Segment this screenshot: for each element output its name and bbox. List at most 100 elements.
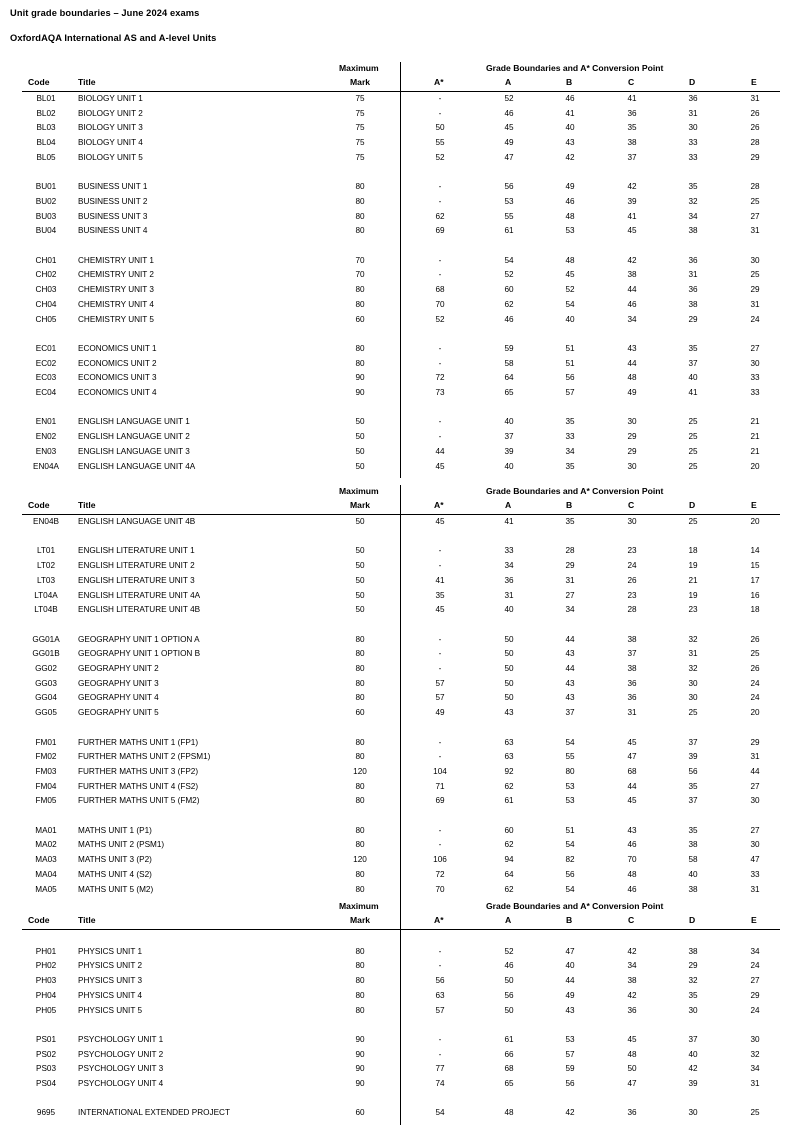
cell-grade-b: 27 — [565, 590, 575, 600]
cell-title: PSYCHOLOGY UNIT 1 — [78, 1034, 164, 1044]
table-row: GG01A GEOGRAPHY UNIT 1 OPTION A 80-50 44 38 3… — [0, 633, 785, 648]
column-header-d: D — [689, 500, 696, 510]
table-row: FM04 FURTHER MATHS UNIT 4 (FS2) 80 71 62 53 44… — [0, 780, 785, 795]
cell-grade-c: 50 — [627, 1064, 637, 1074]
table-row: FM02 FURTHER MATHS UNIT 2 (FPSM1) 80-63 55 4… — [0, 750, 785, 765]
cell-grade-c: 26 — [627, 575, 637, 585]
cell-grade-c: 48 — [627, 869, 637, 879]
cell-grade-e: 25 — [750, 1108, 760, 1118]
column-header-title: Title — [78, 915, 96, 925]
cell-grade-a: 50 — [504, 1005, 514, 1015]
table-row: PH04 PHYSICS UNIT 4 80 63 56 49 42 35 29 — [0, 989, 785, 1004]
cell-grade-astar: - — [438, 825, 442, 835]
cell-grade-c: 70 — [627, 855, 637, 865]
column-header-maximum: Maximum — [339, 63, 379, 73]
table-row: MA04 MATHS UNIT 4 (S2) 80 72 64 56 48 40 33 — [0, 868, 785, 883]
cell-grade-b: 49 — [565, 990, 575, 1000]
cell-maximum-mark: 80 — [355, 678, 365, 688]
cell-maximum-mark: 80 — [355, 634, 365, 644]
cell-grade-d: 38 — [688, 884, 698, 894]
cell-grade-b: 44 — [565, 664, 575, 673]
cell-grade-c: 43 — [627, 343, 637, 353]
cell-maximum-mark: 80 — [355, 343, 365, 353]
table-row-spacer — [0, 327, 785, 342]
cell-maximum-mark: 50 — [355, 446, 365, 456]
cell-grade-e: 15 — [750, 561, 760, 571]
table-row: PH03 PHYSICS UNIT 3 80 56 50 44 38 32 27 — [0, 974, 785, 989]
cell-grade-e: 33 — [750, 388, 760, 397]
column-header-code: Code — [28, 915, 50, 925]
cell-grade-a: 46 — [504, 314, 514, 324]
table-row: GG04 GEOGRAPHY UNIT 4 80 57 50 43 36 30 24 — [0, 691, 785, 706]
cell-maximum-mark: 75 — [355, 94, 365, 103]
cell-grade-d: 36 — [688, 255, 698, 265]
table-row: GG05 GEOGRAPHY UNIT 5 60 49 43 37 31 25 20 — [0, 706, 785, 721]
cell-grade-e: 21 — [750, 446, 760, 456]
cell-grade-c: 23 — [627, 546, 637, 556]
cell-title: CHEMISTRY UNIT 4 — [78, 299, 154, 309]
cell-grade-b: 42 — [565, 152, 575, 162]
cell-maximum-mark: 90 — [355, 1064, 365, 1074]
cell-title: CHEMISTRY UNIT 2 — [78, 270, 154, 280]
cell-grade-b: 43 — [565, 138, 575, 148]
cell-grade-astar: 77 — [435, 1064, 445, 1074]
cell-maximum-mark: 90 — [355, 1049, 365, 1059]
column-header-e: E — [751, 915, 757, 925]
table-row-spacer — [0, 1018, 785, 1033]
table-row: PS04 PSYCHOLOGY UNIT 4 90 74 65 56 47 39 31 — [0, 1077, 785, 1092]
table-row: CH03 CHEMISTRY UNIT 3 80 68 60 52 44 36 29 — [0, 283, 785, 298]
column-header-e: E — [751, 77, 757, 87]
cell-grade-astar: 35 — [435, 590, 445, 600]
cell-grade-c: 44 — [627, 781, 637, 791]
cell-grade-astar: 62 — [435, 211, 445, 221]
cell-grade-c: 44 — [627, 285, 637, 295]
cell-maximum-mark: 50 — [355, 561, 365, 571]
cell-grade-e: 30 — [750, 358, 760, 368]
cell-grade-a: 61 — [504, 1034, 514, 1044]
table-row: LT01 ENGLISH LITERATURE UNIT 1 50-33 28 23 18… — [0, 544, 785, 559]
table-row: BU01 BUSINESS UNIT 1 80-56 49 42 35 28 — [0, 180, 785, 195]
cell-grade-d: 32 — [688, 976, 698, 986]
cell-grade-e: 29 — [750, 990, 760, 1000]
column-header-maximum: Maximum — [339, 486, 379, 496]
cell-title: ECONOMICS UNIT 1 — [78, 343, 157, 353]
cell-grade-astar: - — [438, 196, 442, 206]
cell-grade-d: 33 — [688, 138, 698, 148]
cell-grade-c: 37 — [627, 152, 637, 162]
cell-maximum-mark: 80 — [355, 825, 365, 835]
table-row: PS02 PSYCHOLOGY UNIT 2 90-66 57 48 40 32 — [0, 1048, 785, 1063]
cell-grade-e: 16 — [750, 590, 760, 600]
cell-title: ENGLISH LITERATURE UNIT 2 — [78, 561, 195, 571]
cell-grade-e: 44 — [750, 766, 760, 776]
cell-grade-a: 39 — [504, 446, 514, 456]
cell-maximum-mark: 80 — [355, 884, 365, 894]
cell-grade-b: 49 — [565, 182, 575, 192]
cell-grade-c: 45 — [627, 1034, 637, 1044]
column-header-maximum: Maximum — [339, 901, 379, 911]
cell-grade-c: 38 — [627, 664, 637, 673]
cell-grade-b: 56 — [565, 373, 575, 383]
table-row: BL01 BIOLOGY UNIT 1 75-52 46 41 36 31 — [0, 92, 785, 107]
cell-grade-e: 25 — [750, 196, 760, 206]
cell-title: BUSINESS UNIT 4 — [78, 226, 148, 236]
cell-grade-astar: 68 — [435, 285, 445, 295]
cell-grade-c: 48 — [627, 1049, 637, 1059]
cell-grade-a: 52 — [504, 270, 514, 280]
cell-grade-b: 57 — [565, 388, 575, 397]
table-row-spacer — [0, 401, 785, 416]
table-row: 9695 INTERNATIONAL EXTENDED PROJECT 60 54 48… — [0, 1106, 785, 1121]
cell-grade-b: 54 — [565, 840, 575, 850]
cell-grade-astar: 69 — [435, 796, 445, 806]
cell-grade-b: 31 — [565, 575, 575, 585]
cell-maximum-mark: 80 — [355, 182, 365, 192]
cell-maximum-mark: 80 — [355, 869, 365, 879]
cell-grade-a: 60 — [504, 285, 514, 295]
cell-title: FURTHER MATHS UNIT 4 (FS2) — [78, 781, 199, 791]
cell-maximum-mark: 80 — [355, 781, 365, 791]
table-row: BL02 BIOLOGY UNIT 2 75-46 41 36 31 26 — [0, 107, 785, 122]
cell-grade-d: 31 — [688, 270, 698, 280]
table-row: FM05 FURTHER MATHS UNIT 5 (FM2) 80 69 61 53 45… — [0, 794, 785, 809]
cell-grade-b: 40 — [565, 123, 575, 133]
table-row: EC02 ECONOMICS UNIT 2 80-58 51 44 37 30 — [0, 357, 785, 372]
cell-grade-c: 42 — [627, 182, 637, 192]
